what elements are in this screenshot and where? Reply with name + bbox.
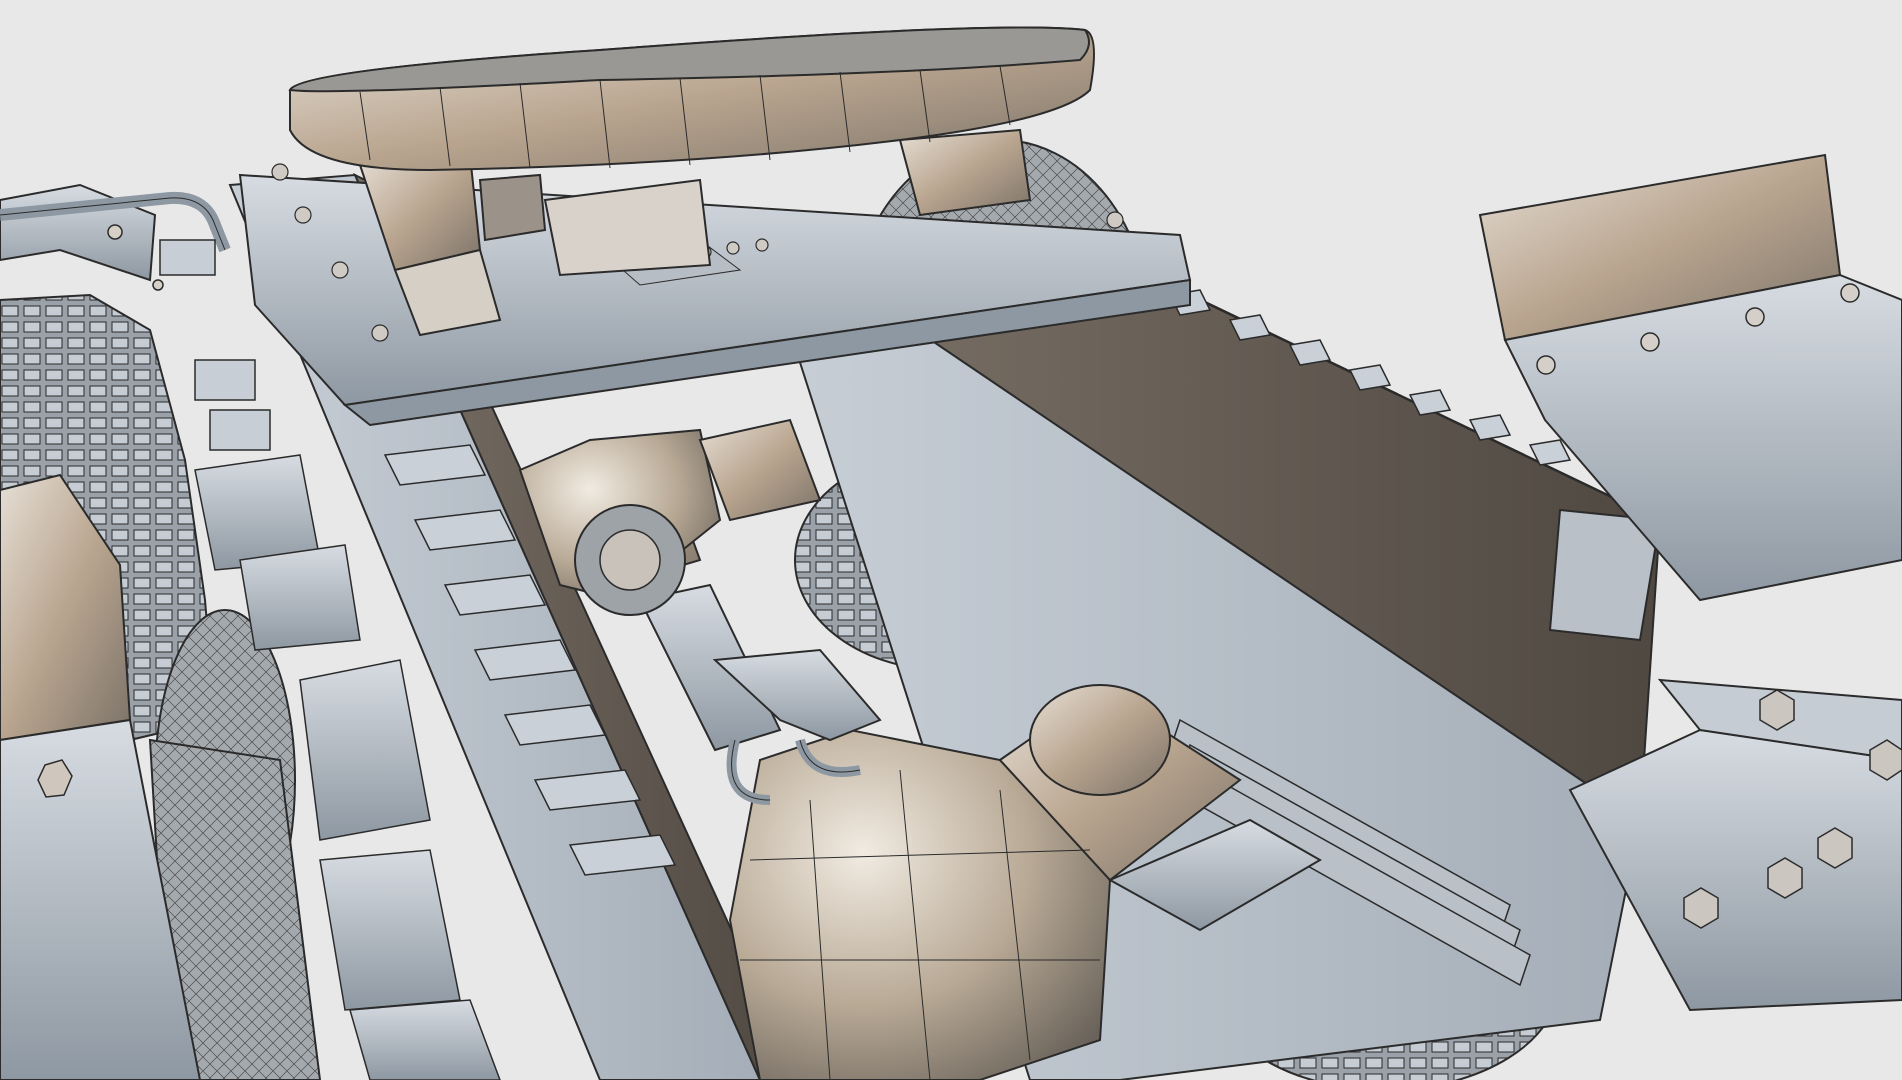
3d-viewport[interactable] (0, 0, 1902, 1080)
chassis-render (0, 0, 1902, 1080)
